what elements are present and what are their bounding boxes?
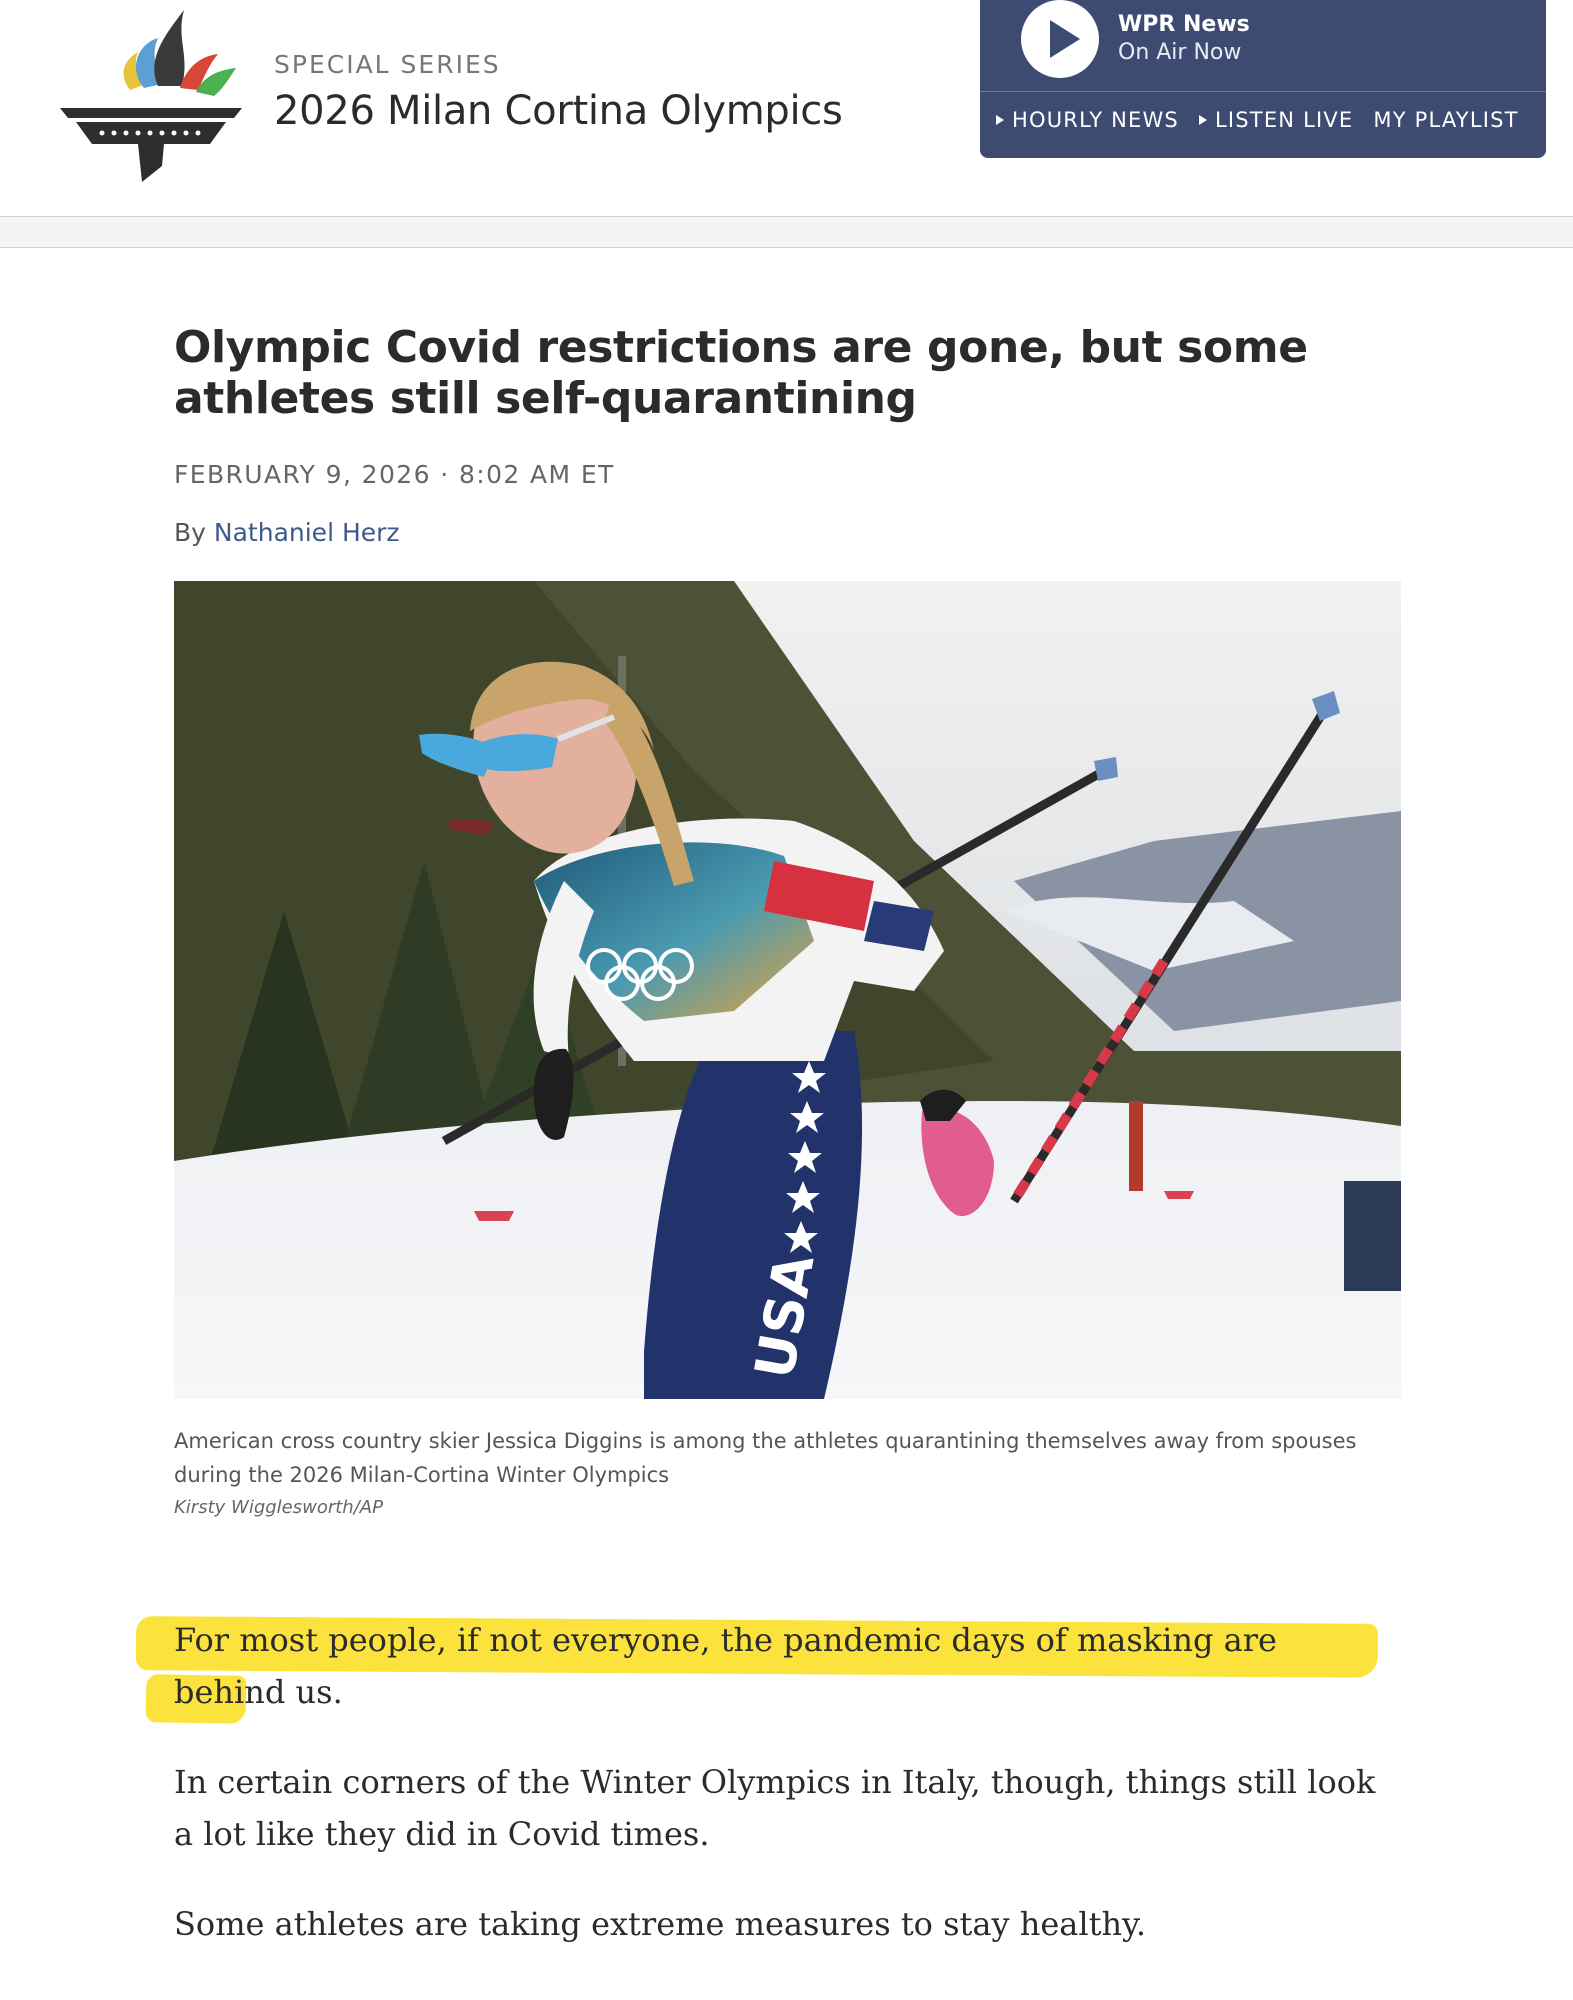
hourly-news-link[interactable]: HOURLY NEWS [996,108,1179,132]
series-title[interactable]: 2026 Milan Cortina Olympics [274,88,843,134]
player-divider [980,91,1546,92]
article-paragraph: In certain corners of the Winter Olympic… [174,1763,1376,1853]
byline-prefix: By [174,518,206,547]
article-paragraph: For most people, if not everyone, the pa… [174,1621,1277,1711]
hourly-news-label: HOURLY NEWS [1012,108,1179,132]
live-player: WPR News On Air Now HOURLY NEWS LISTEN L… [980,0,1546,158]
listen-live-link[interactable]: LISTEN LIVE [1198,108,1354,132]
my-playlist-link[interactable]: MY PLAYLIST [1373,108,1518,132]
play-button[interactable] [1021,0,1099,78]
listen-live-label: LISTEN LIVE [1214,108,1354,132]
series-kicker: SPECIAL SERIES [274,50,501,79]
station-name: WPR News [1118,12,1250,37]
station-status: On Air Now [1118,40,1242,65]
article-paragraph: Some athletes are taking extreme measure… [174,1905,1147,1943]
article-byline: By Nathaniel Herz [174,518,400,547]
image-caption: American cross country skier Jessica Dig… [174,1429,1357,1487]
image-credit: Kirsty Wigglesworth/AP [174,1497,383,1518]
article-dateline: FEBRUARY 9, 2026 · 8:02 AM ET [174,460,615,489]
navigation-band [0,216,1573,248]
article-headline: Olympic Covid restrictions are gone, but… [174,322,1308,424]
play-icon [1050,20,1080,58]
author-link[interactable]: Nathaniel Herz [214,518,400,547]
triangle-right-icon [1198,115,1207,125]
my-playlist-label: MY PLAYLIST [1373,108,1519,132]
player-links: HOURLY NEWS LISTEN LIVE MY PLAYLIST [996,108,1519,132]
olympic-torch-logo[interactable] [58,4,244,184]
triangle-right-icon [996,115,1004,125]
article-photo: USA [174,581,1401,1399]
